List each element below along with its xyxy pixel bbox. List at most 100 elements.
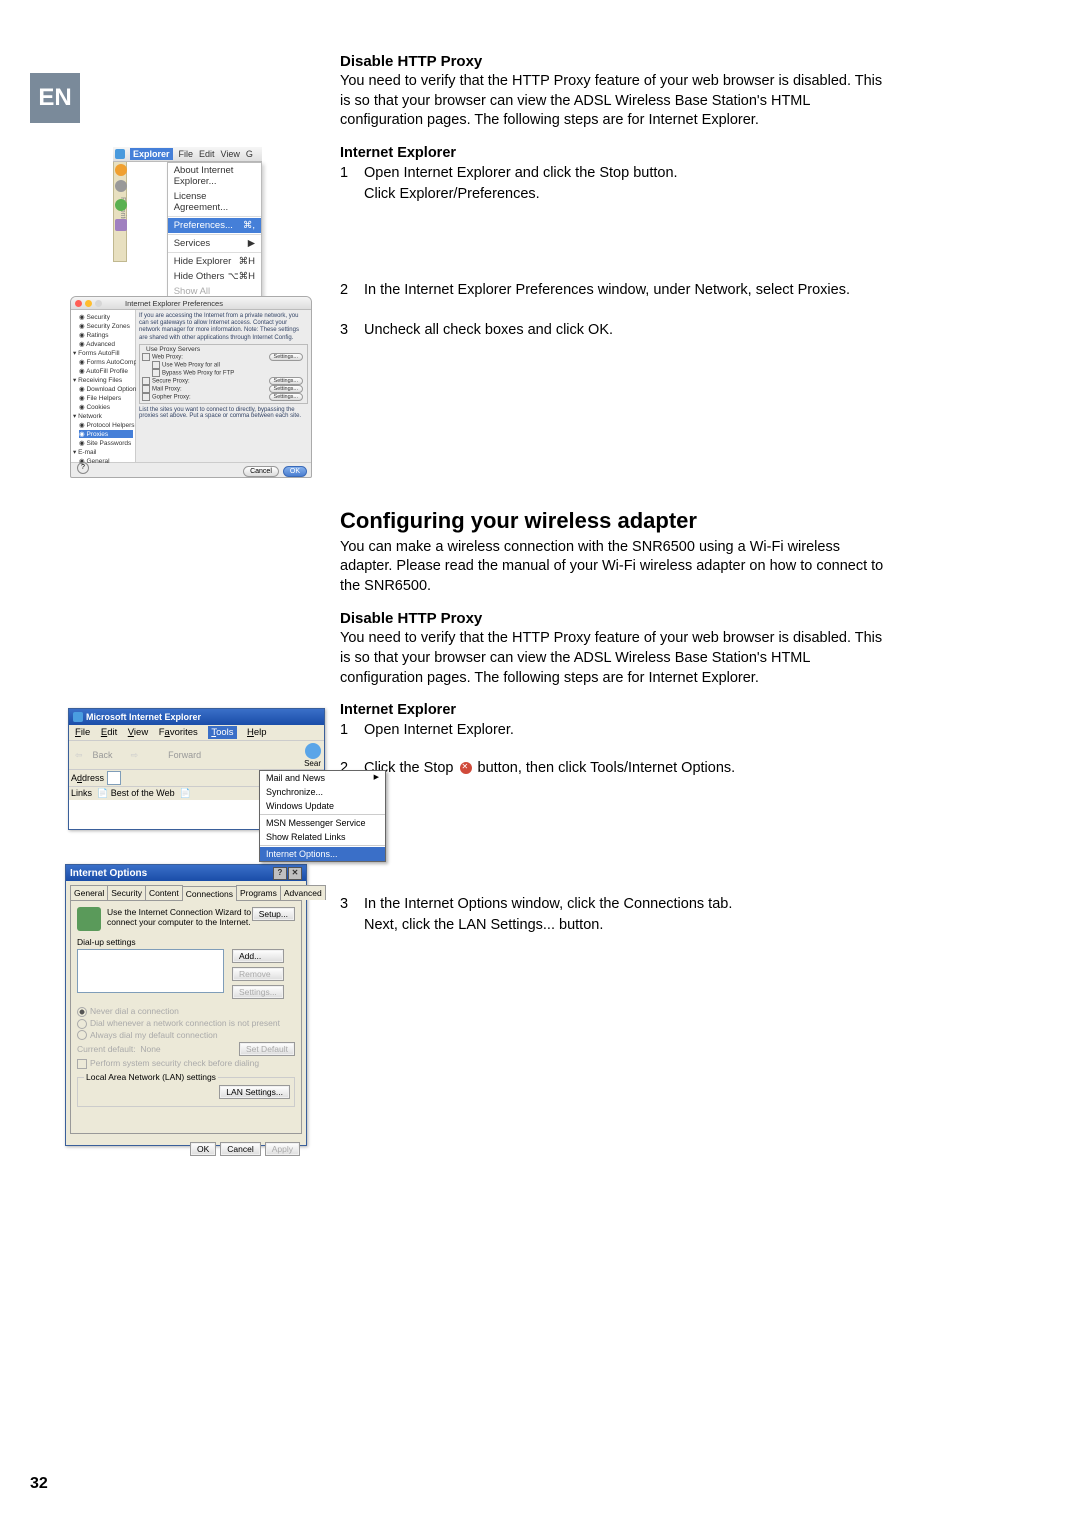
page-number: 32 bbox=[30, 1475, 48, 1493]
menu-services[interactable]: Services▶ bbox=[168, 236, 261, 251]
help-icon[interactable]: ? bbox=[273, 867, 287, 880]
tab-advanced[interactable]: Advanced bbox=[280, 885, 326, 900]
mac-explorer-menu-screenshot: Explorer File Edit View G About Internet… bbox=[113, 147, 262, 318]
lan-settings-button[interactable]: LAN Settings... bbox=[219, 1085, 290, 1099]
subheading-ie-2: Internet Explorer bbox=[340, 702, 890, 718]
menu-file[interactable]: File bbox=[75, 727, 90, 738]
menu-tools[interactable]: Tools bbox=[208, 726, 236, 739]
back-icon[interactable] bbox=[115, 164, 127, 176]
tools-dropdown: Mail and News Synchronize... Windows Upd… bbox=[259, 770, 386, 862]
mac-menubar: Explorer File Edit View G bbox=[113, 147, 262, 162]
back-button[interactable]: Back bbox=[93, 750, 113, 760]
menu-view[interactable]: View bbox=[128, 727, 148, 738]
refresh-icon[interactable] bbox=[115, 199, 127, 211]
globe-wizard-icon bbox=[77, 907, 101, 931]
set-default-button: Set Default bbox=[239, 1042, 295, 1056]
heading-disable-proxy-1: Disable HTTP Proxy bbox=[340, 53, 890, 70]
io-titlebar: Internet Options ?✕ bbox=[66, 865, 306, 881]
stop-toolbar-icon[interactable] bbox=[115, 180, 127, 192]
heading-disable-proxy-2: Disable HTTP Proxy bbox=[340, 610, 890, 627]
main-heading-wireless: Configuring your wireless adapter bbox=[340, 508, 890, 534]
tab-connections[interactable]: Connections bbox=[182, 886, 237, 901]
radio-dial-when-none[interactable]: Dial whenever a network connection is no… bbox=[77, 1018, 295, 1029]
menu-about[interactable]: About Internet Explorer... bbox=[168, 163, 261, 189]
windows-ie-screenshot: Microsoft Internet Explorer File Edit Vi… bbox=[68, 708, 325, 830]
tools-winupdate[interactable]: Windows Update bbox=[260, 799, 385, 813]
tab-content[interactable]: Content bbox=[145, 885, 183, 900]
setup-button[interactable]: Setup... bbox=[252, 907, 295, 921]
ok-button[interactable]: OK bbox=[283, 466, 307, 477]
win-menubar: File Edit View Favorites Tools Help bbox=[69, 725, 324, 741]
menu-file[interactable]: File bbox=[179, 149, 194, 159]
tools-sync[interactable]: Synchronize... bbox=[260, 785, 385, 799]
tab-programs[interactable]: Programs bbox=[236, 885, 281, 900]
cancel-button[interactable]: Cancel bbox=[243, 466, 279, 477]
stop-icon bbox=[460, 762, 472, 774]
tools-related[interactable]: Show Related Links bbox=[260, 830, 385, 844]
apply-button: Apply bbox=[265, 1142, 300, 1156]
dialup-list[interactable] bbox=[77, 949, 224, 993]
prefs-note: If you are accessing the Internet from a… bbox=[139, 313, 308, 342]
radio-always-dial[interactable]: Always dial my default connection bbox=[77, 1030, 295, 1041]
body-wireless: You can make a wireless connection with … bbox=[340, 538, 890, 597]
tools-msn[interactable]: MSN Messenger Service bbox=[260, 816, 385, 830]
ie-icon bbox=[73, 712, 83, 722]
add-button[interactable]: Add... bbox=[232, 949, 284, 963]
body-2: You need to verify that the HTTP Proxy f… bbox=[340, 629, 890, 688]
mac-prefs-titlebar: Internet Explorer Preferences bbox=[71, 297, 311, 310]
step-win-3: 3In the Internet Options window, click t… bbox=[340, 894, 890, 938]
help-icon[interactable]: ? bbox=[77, 462, 89, 474]
tab-security[interactable]: Security bbox=[107, 885, 146, 900]
menu-g[interactable]: G bbox=[246, 149, 253, 159]
body-1: You need to verify that the HTTP Proxy f… bbox=[340, 72, 890, 131]
settings-button: Settings... bbox=[232, 985, 284, 999]
step-win-2: 2Click the Stop button, then click Tools… bbox=[340, 758, 890, 780]
menu-view[interactable]: View bbox=[221, 149, 240, 159]
menu-hide-explorer[interactable]: Hide Explorer⌘H bbox=[168, 254, 261, 269]
tab-general[interactable]: General bbox=[70, 885, 108, 900]
finder-icon bbox=[115, 149, 125, 159]
menu-edit[interactable]: Edit bbox=[101, 727, 117, 738]
tools-internet-options[interactable]: Internet Options... bbox=[260, 847, 385, 861]
subheading-ie-1: Internet Explorer bbox=[340, 145, 890, 161]
menu-favorites[interactable]: Favorites bbox=[159, 727, 198, 738]
internet-options-dialog: Internet Options ?✕ General Security Con… bbox=[65, 864, 307, 1146]
io-tabs: General Security Content Connections Pro… bbox=[70, 885, 302, 900]
menu-explorer[interactable]: Explorer bbox=[130, 148, 173, 160]
gopher-proxy-settings[interactable]: Settings... bbox=[269, 393, 303, 401]
menu-help[interactable]: Help bbox=[247, 727, 267, 738]
radio-never-dial[interactable]: Never dial a connection bbox=[77, 1006, 295, 1017]
secure-proxy-settings[interactable]: Settings... bbox=[269, 377, 303, 385]
menu-preferences[interactable]: Preferences...⌘, bbox=[168, 218, 261, 233]
close-icon[interactable]: ✕ bbox=[288, 867, 302, 880]
tools-mail-news[interactable]: Mail and News bbox=[260, 771, 385, 785]
mac-prefs-sidebar[interactable]: ◉ Security ◉ Security Zones ◉ Ratings ◉ … bbox=[71, 310, 136, 462]
menu-license[interactable]: License Agreement... bbox=[168, 189, 261, 215]
mac-prefs-title: Internet Explorer Preferences bbox=[125, 299, 223, 308]
mac-ie-preferences-window: Internet Explorer Preferences ◉ Security… bbox=[70, 296, 312, 478]
lan-group-label: Local Area Network (LAN) settings bbox=[84, 1072, 218, 1082]
step-1: 1Open Internet Explorer and click the St… bbox=[340, 163, 890, 207]
cancel-button[interactable]: Cancel bbox=[220, 1142, 260, 1156]
direct-note: List the sites you want to connect to di… bbox=[139, 407, 308, 419]
traffic-lights[interactable] bbox=[75, 300, 105, 307]
mail-proxy-settings[interactable]: Settings... bbox=[269, 385, 303, 393]
dialup-label: Dial-up settings bbox=[77, 937, 295, 947]
language-badge: EN bbox=[30, 73, 80, 123]
home-icon[interactable] bbox=[115, 219, 127, 231]
mac-prefs-main: If you are accessing the Internet from a… bbox=[136, 310, 311, 462]
win-ie-titlebar: Microsoft Internet Explorer bbox=[69, 709, 324, 725]
ok-button[interactable]: OK bbox=[190, 1142, 216, 1156]
menu-hide-others[interactable]: Hide Others⌥⌘H bbox=[168, 269, 261, 284]
search[interactable]: Sear bbox=[304, 743, 321, 768]
main-content: Disable HTTP Proxy You need to verify th… bbox=[340, 53, 890, 941]
mac-explorer-dropdown: About Internet Explorer... License Agree… bbox=[167, 162, 262, 318]
wizard-text: Use the Internet Connection Wizard to co… bbox=[107, 907, 252, 927]
step-3: 3Uncheck all check boxes and click OK. bbox=[340, 320, 890, 342]
step-2: 2In the Internet Explorer Preferences wi… bbox=[340, 280, 890, 302]
forward-button[interactable]: Forward bbox=[168, 750, 201, 760]
menu-edit[interactable]: Edit bbox=[199, 149, 215, 159]
check-perform-security[interactable]: Perform system security check before dia… bbox=[77, 1058, 295, 1069]
step-win-1: 1Open Internet Explorer. bbox=[340, 720, 890, 742]
web-proxy-settings[interactable]: Settings... bbox=[269, 353, 303, 361]
